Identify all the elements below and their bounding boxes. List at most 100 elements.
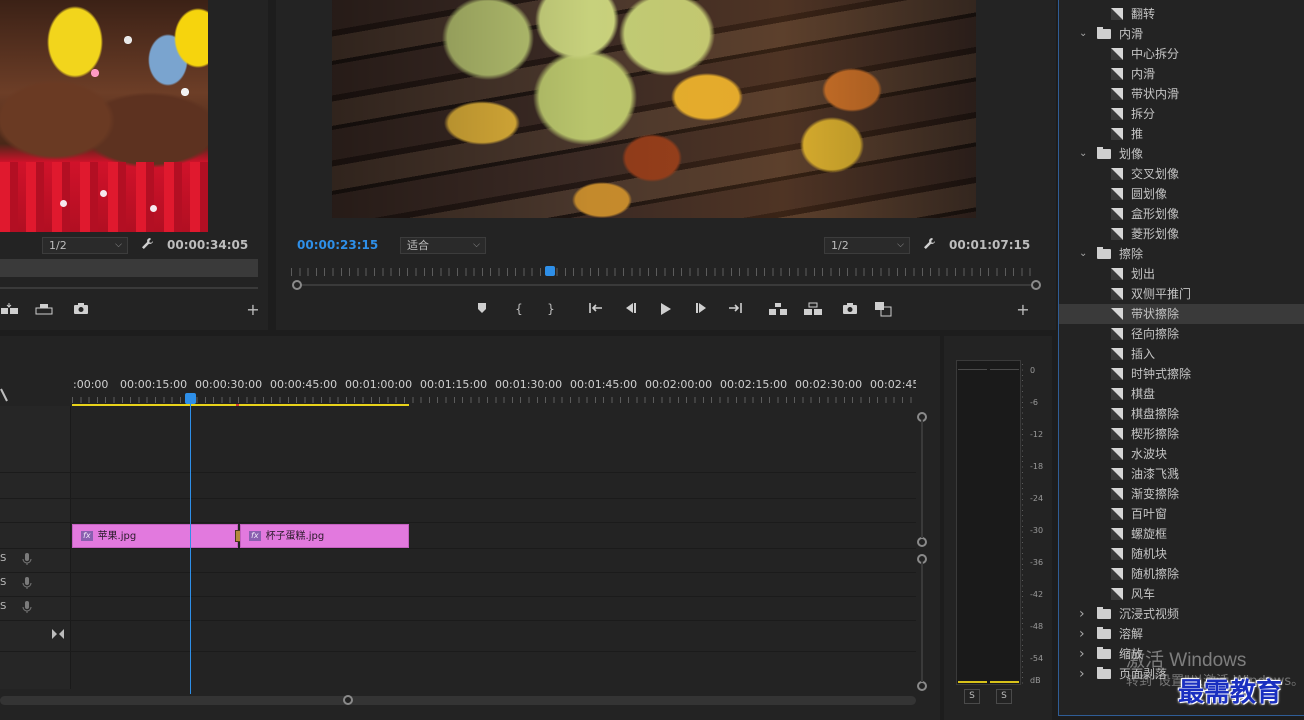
chevron-down-icon[interactable]: ⌄: [1079, 144, 1087, 164]
track-v1-upper[interactable]: [0, 499, 916, 523]
effects-item[interactable]: 内滑: [1059, 64, 1304, 84]
effects-item-label: 盒形划像: [1131, 207, 1180, 221]
horizontal-scrollbar[interactable]: [0, 696, 916, 705]
source-resolution-select[interactable]: 1/2 ⌵: [42, 237, 128, 254]
scrub-end-handle[interactable]: [1031, 280, 1041, 290]
insert-icon[interactable]: [0, 302, 20, 320]
effects-item[interactable]: 随机块: [1059, 544, 1304, 564]
clip-cupcake[interactable]: fx 杯子蛋糕.jpg: [240, 524, 409, 548]
add-button-icon[interactable]: +: [246, 302, 260, 318]
effects-item[interactable]: 棋盘擦除: [1059, 404, 1304, 424]
effects-item[interactable]: 水波块: [1059, 444, 1304, 464]
scroll-handle-bottom[interactable]: [917, 681, 927, 691]
source-timecode: 00:00:34:05: [167, 238, 249, 252]
timeline-ruler-ticks[interactable]: [72, 397, 916, 403]
transition-icon: [1111, 408, 1123, 420]
effects-item[interactable]: 带状内滑: [1059, 84, 1304, 104]
effects-item[interactable]: 径向擦除: [1059, 324, 1304, 344]
wrench-icon[interactable]: [140, 237, 156, 255]
camera-icon[interactable]: [72, 302, 90, 318]
track-a2[interactable]: [0, 573, 916, 597]
play-icon[interactable]: [658, 302, 674, 320]
effects-item[interactable]: 时钟式擦除: [1059, 364, 1304, 384]
effects-item[interactable]: 百叶窗: [1059, 504, 1304, 524]
effects-item-label: 圆划像: [1131, 187, 1168, 201]
effects-item[interactable]: 棋盘: [1059, 384, 1304, 404]
effects-item[interactable]: 随机擦除: [1059, 564, 1304, 584]
effects-item[interactable]: 交叉划像: [1059, 164, 1304, 184]
source-scrub-track[interactable]: [0, 287, 258, 289]
go-to-in-icon[interactable]: [587, 302, 605, 318]
effects-item[interactable]: 渐变擦除: [1059, 484, 1304, 504]
chevron-right-icon[interactable]: ›: [1079, 604, 1085, 624]
chevron-right-icon[interactable]: ›: [1079, 624, 1085, 644]
effects-item[interactable]: 油漆飞溅: [1059, 464, 1304, 484]
program-current-timecode[interactable]: 00:00:23:15: [297, 238, 378, 252]
add-button-icon[interactable]: +: [1016, 302, 1030, 318]
effects-item[interactable]: 风车: [1059, 584, 1304, 604]
track-a3[interactable]: [0, 597, 916, 621]
fit-mode-select[interactable]: 适合 ⌵: [400, 237, 486, 254]
effects-folder[interactable]: ⌄ 内滑: [1059, 24, 1304, 44]
add-marker-icon[interactable]: [475, 302, 489, 318]
program-scrub-track[interactable]: [296, 284, 1036, 286]
effects-item[interactable]: 中心拆分: [1059, 44, 1304, 64]
meter-label: dB: [1030, 676, 1041, 685]
program-resolution-select[interactable]: 1/2 ⌵: [824, 237, 910, 254]
audio-meter-panel: 0 -6 -12 -18 -24 -30 -36 -42 -48 -54 dB …: [944, 336, 1052, 720]
lift-icon[interactable]: [768, 302, 788, 320]
transition-icon: [1111, 68, 1123, 80]
track-v2[interactable]: [0, 473, 916, 499]
comparison-view-icon[interactable]: [873, 301, 893, 321]
solo-right-button[interactable]: S: [996, 689, 1012, 704]
chevron-down-icon[interactable]: ⌄: [1079, 244, 1087, 264]
effects-item[interactable]: 螺旋框: [1059, 524, 1304, 544]
track-master[interactable]: [0, 621, 916, 652]
wrench-icon[interactable]: [0, 388, 8, 405]
effects-folder[interactable]: › 沉浸式视频: [1059, 604, 1304, 624]
audio-scrollbar[interactable]: [921, 562, 923, 682]
chevron-down-icon[interactable]: ⌄: [1079, 24, 1087, 44]
source-mini-timeline[interactable]: [0, 259, 258, 277]
track-a1[interactable]: [0, 549, 916, 573]
effects-item[interactable]: 双侧平推门: [1059, 284, 1304, 304]
effects-folder[interactable]: › 溶解: [1059, 624, 1304, 644]
effects-item[interactable]: 菱形划像: [1059, 224, 1304, 244]
effects-item[interactable]: 拆分: [1059, 104, 1304, 124]
effects-item[interactable]: 楔形擦除: [1059, 424, 1304, 444]
horizontal-scroll-handle[interactable]: [343, 695, 353, 705]
chevron-right-icon[interactable]: ›: [1079, 644, 1085, 664]
track-v3[interactable]: [0, 406, 916, 473]
transition-icon: [1111, 208, 1123, 220]
effects-item[interactable]: 翻转: [1059, 4, 1304, 24]
meter-label: -6: [1030, 398, 1038, 407]
extract-icon[interactable]: [803, 302, 823, 320]
effects-folder[interactable]: ⌄ 划像: [1059, 144, 1304, 164]
mark-in-icon[interactable]: {: [512, 301, 526, 317]
effects-item[interactable]: 划出: [1059, 264, 1304, 284]
chevron-right-icon[interactable]: ›: [1079, 664, 1085, 684]
scroll-handle-mid[interactable]: [917, 537, 927, 547]
effects-item[interactable]: 圆划像: [1059, 184, 1304, 204]
step-back-icon[interactable]: [622, 302, 638, 318]
camera-icon[interactable]: [841, 302, 859, 318]
program-playhead[interactable]: [545, 266, 555, 276]
clip-apple[interactable]: fx 苹果.jpg: [72, 524, 238, 548]
meter-label: -12: [1030, 430, 1044, 439]
effects-panel: 翻转 ⌄ 内滑 中心拆分 内滑 带状内滑 拆分推 ⌄ 划像 交叉划像圆划像盒形划像菱形划像 ⌄ 擦除划…: [1058, 0, 1304, 716]
step-forward-icon[interactable]: [694, 302, 710, 318]
mark-out-icon[interactable]: }: [544, 301, 558, 317]
scrub-start-handle[interactable]: [292, 280, 302, 290]
wrench-icon[interactable]: [922, 237, 938, 255]
effects-item[interactable]: 插入: [1059, 344, 1304, 364]
effects-item[interactable]: 推: [1059, 124, 1304, 144]
folder-icon: [1097, 607, 1111, 619]
effects-folder[interactable]: ⌄ 擦除: [1059, 244, 1304, 264]
effects-item[interactable]: 盒形划像: [1059, 204, 1304, 224]
meter-label: -18: [1030, 462, 1044, 471]
go-to-out-icon[interactable]: [726, 302, 744, 318]
solo-left-button[interactable]: S: [964, 689, 980, 704]
video-scrollbar[interactable]: [921, 420, 923, 538]
overwrite-icon[interactable]: [34, 302, 54, 320]
effects-item[interactable]: 带状擦除: [1059, 304, 1304, 324]
